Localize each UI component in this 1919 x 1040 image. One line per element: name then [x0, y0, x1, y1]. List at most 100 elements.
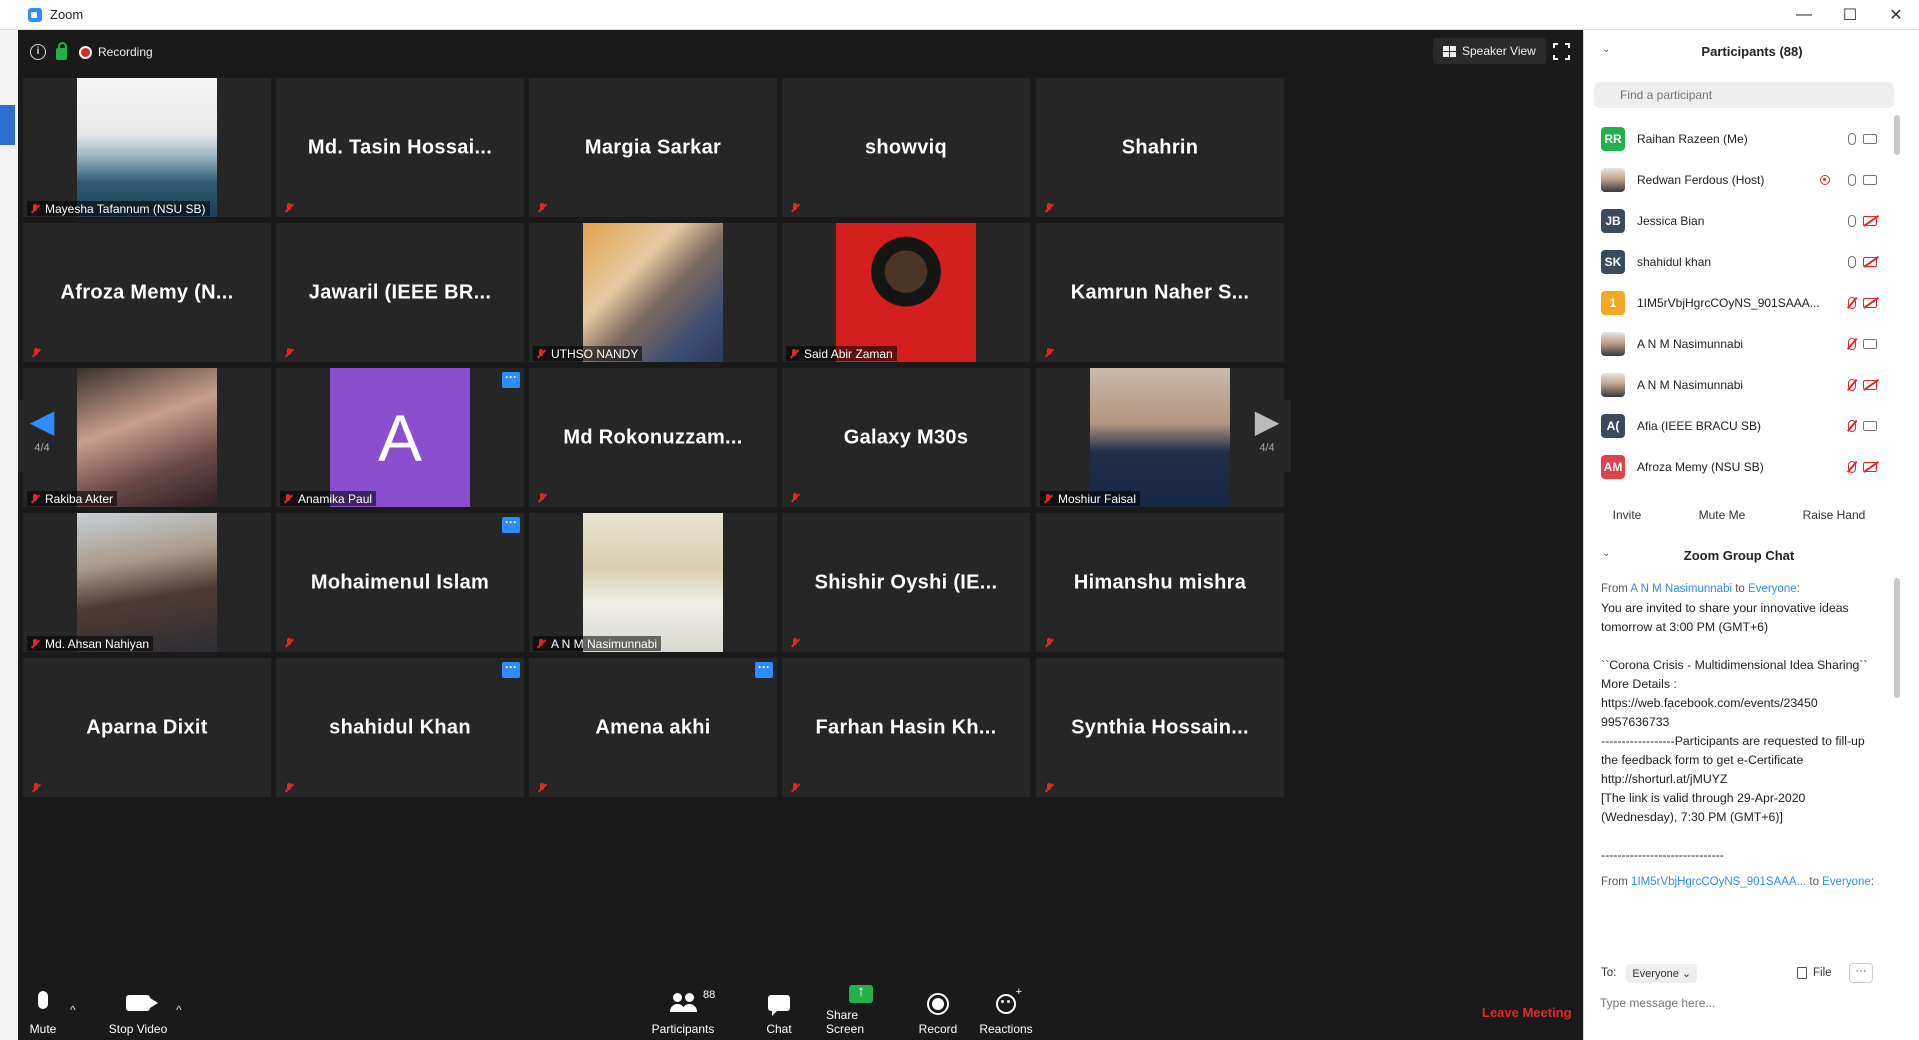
participant-video-tile[interactable]: Galaxy M30s [782, 368, 1030, 507]
recipient-select[interactable]: Everyone ⌄ [1626, 963, 1698, 983]
video-camera-icon[interactable] [1863, 420, 1877, 431]
mute-me-button[interactable]: Mute Me [1690, 504, 1754, 526]
participant-video-tile[interactable]: A Anamika Paul ··· [276, 368, 524, 507]
video-off-icon[interactable] [1863, 297, 1877, 308]
avatar-letter: A [377, 400, 423, 475]
participant-row[interactable]: JB Jessica Bian [1584, 200, 1894, 241]
more-options-icon[interactable]: ··· [502, 371, 520, 388]
speaker-view-button[interactable]: Speaker View [1433, 38, 1546, 64]
participant-row[interactable]: 1 1IM5rVbjHgrcCOyNS_901SAAA... [1584, 282, 1894, 323]
chat-more-button[interactable]: ··· [1849, 963, 1873, 983]
record-button[interactable]: Record [916, 985, 960, 1040]
participant-video-tile[interactable]: Md. Ahsan Nahiyan [23, 513, 271, 652]
participants-scrollbar[interactable] [1894, 115, 1900, 155]
share-screen-label: Share Screen [826, 1008, 865, 1036]
participant-name: Himanshu mishra [1073, 571, 1247, 593]
microphone-icon[interactable] [1848, 173, 1856, 186]
muted-mic-icon [789, 492, 801, 504]
participant-video-tile[interactable]: Md Rokonuzzam... [529, 368, 777, 507]
more-options-icon[interactable]: ··· [502, 661, 520, 678]
muted-mic-icon[interactable] [1848, 378, 1856, 391]
participants-button[interactable]: 88 Participants [648, 985, 718, 1040]
participant-video-tile[interactable]: Mohaimenul Islam ··· [276, 513, 524, 652]
raise-hand-button[interactable]: Raise Hand [1794, 504, 1874, 526]
muted-mic-icon[interactable] [1848, 337, 1856, 350]
video-camera-icon[interactable] [1863, 338, 1877, 349]
microphone-icon[interactable] [1848, 214, 1856, 227]
video-off-icon[interactable] [1863, 215, 1877, 226]
maximize-button[interactable]: ☐ [1827, 0, 1873, 30]
fullscreen-icon[interactable] [1553, 43, 1570, 60]
more-options-icon[interactable]: ··· [755, 661, 773, 678]
mute-button[interactable]: Mute [24, 985, 62, 1040]
participant-video-tile[interactable]: Himanshu mishra [1036, 513, 1284, 652]
stop-video-label: Stop Video [108, 1022, 168, 1036]
video-camera-icon[interactable] [1863, 174, 1877, 185]
participant-video-tile[interactable]: Farhan Hasin Kh... [782, 658, 1030, 797]
participant-row[interactable]: Redwan Ferdous (Host) [1584, 159, 1894, 200]
muted-mic-icon [30, 347, 42, 359]
find-participant-input[interactable] [1594, 82, 1894, 108]
muted-mic-icon [789, 202, 801, 214]
participant-video-tile[interactable]: shahidul Khan ··· [276, 658, 524, 797]
participant-row[interactable]: SK shahidul khan [1584, 241, 1894, 282]
encryption-lock-icon[interactable] [56, 41, 67, 60]
microphone-icon[interactable] [1848, 255, 1856, 268]
muted-mic-icon[interactable] [1848, 419, 1856, 432]
audio-options-caret[interactable]: ^ [70, 1003, 76, 1017]
reactions-smiley-icon [996, 986, 1022, 1014]
video-off-icon[interactable] [1863, 379, 1877, 390]
participant-row[interactable]: A N M Nasimunnabi [1584, 364, 1894, 405]
leave-meeting-button[interactable]: Leave Meeting [1482, 1005, 1572, 1020]
speaker-view-label: Speaker View [1462, 44, 1536, 58]
muted-mic-icon[interactable] [1848, 296, 1856, 309]
participant-name: Md. Tasin Hossai... [307, 136, 493, 158]
meeting-info-icon[interactable]: i [30, 44, 46, 60]
participant-video-tile[interactable]: Kamrun Naher S... [1036, 223, 1284, 362]
chat-button[interactable]: Chat [764, 985, 794, 1040]
participant-video-tile[interactable]: Amena akhi ··· [529, 658, 777, 797]
participant-video-tile[interactable]: Md. Tasin Hossai... [276, 78, 524, 217]
muted-mic-icon[interactable] [1848, 460, 1856, 473]
participant-video-tile[interactable]: Afroza Memy (N... [23, 223, 271, 362]
participant-row[interactable]: A(Afia (IEEE BRACU SB) [1584, 405, 1894, 446]
minimize-button[interactable]: — [1781, 0, 1827, 30]
video-options-caret[interactable]: ^ [176, 1003, 182, 1017]
participant-video-tile[interactable]: A N M Nasimunnabi [529, 513, 777, 652]
participants-list: RR Raihan Razeen (Me) Redwan Ferdous (Host… [1584, 118, 1894, 487]
previous-page-button[interactable]: ◀ 4/4 [18, 400, 66, 472]
avatar [1601, 331, 1625, 356]
participant-video-tile[interactable]: Mayesha Tafannum (NSU SB) [23, 78, 271, 217]
video-off-icon[interactable] [1863, 256, 1877, 267]
participant-video-tile[interactable]: Said Abir Zaman [782, 223, 1030, 362]
participant-list-name: Afia (IEEE BRACU SB) [1637, 418, 1762, 433]
chat-sender[interactable]: A N M Nasimunnabi [1630, 583, 1732, 595]
participant-video-tile[interactable]: Synthia Hossain... [1036, 658, 1284, 797]
muted-mic-icon [1042, 493, 1054, 505]
video-camera-icon[interactable] [1863, 133, 1877, 144]
reactions-button[interactable]: Reactions [978, 985, 1034, 1040]
close-window-button[interactable]: ✕ [1873, 0, 1919, 30]
participant-row[interactable]: RR Raihan Razeen (Me) [1584, 118, 1894, 159]
participant-video-tile[interactable]: Shahrin [1036, 78, 1284, 217]
participant-video-tile[interactable]: Jawaril (IEEE BR... [276, 223, 524, 362]
participant-video-tile[interactable]: Aparna Dixit [23, 658, 271, 797]
next-page-button[interactable]: ▶ 4/4 [1243, 400, 1291, 472]
more-options-icon[interactable]: ··· [502, 516, 520, 533]
participant-row[interactable]: AM Afroza Memy (NSU SB) [1584, 446, 1894, 487]
participant-video-tile[interactable]: UTHSO NANDY [529, 223, 777, 362]
stop-video-button[interactable]: Stop Video [104, 985, 172, 1040]
participant-video-tile[interactable]: Margia Sarkar [529, 78, 777, 217]
participant-name: Shishir Oyshi (IE... [814, 571, 998, 593]
microphone-icon[interactable] [1848, 132, 1856, 145]
participant-video-tile[interactable]: Shishir Oyshi (IE... [782, 513, 1030, 652]
video-off-icon[interactable] [1863, 461, 1877, 472]
share-screen-button[interactable]: Share Screen [826, 983, 896, 1040]
chat-scrollbar[interactable] [1894, 578, 1900, 698]
participant-row[interactable]: A N M Nasimunnabi [1584, 323, 1894, 364]
participant-video-tile[interactable]: showviq [782, 78, 1030, 217]
invite-button[interactable]: Invite [1604, 504, 1650, 526]
file-button[interactable]: File [1797, 967, 1832, 979]
chat-recipient[interactable]: Everyone [1748, 583, 1797, 595]
chat-message-input[interactable] [1594, 990, 1894, 1016]
